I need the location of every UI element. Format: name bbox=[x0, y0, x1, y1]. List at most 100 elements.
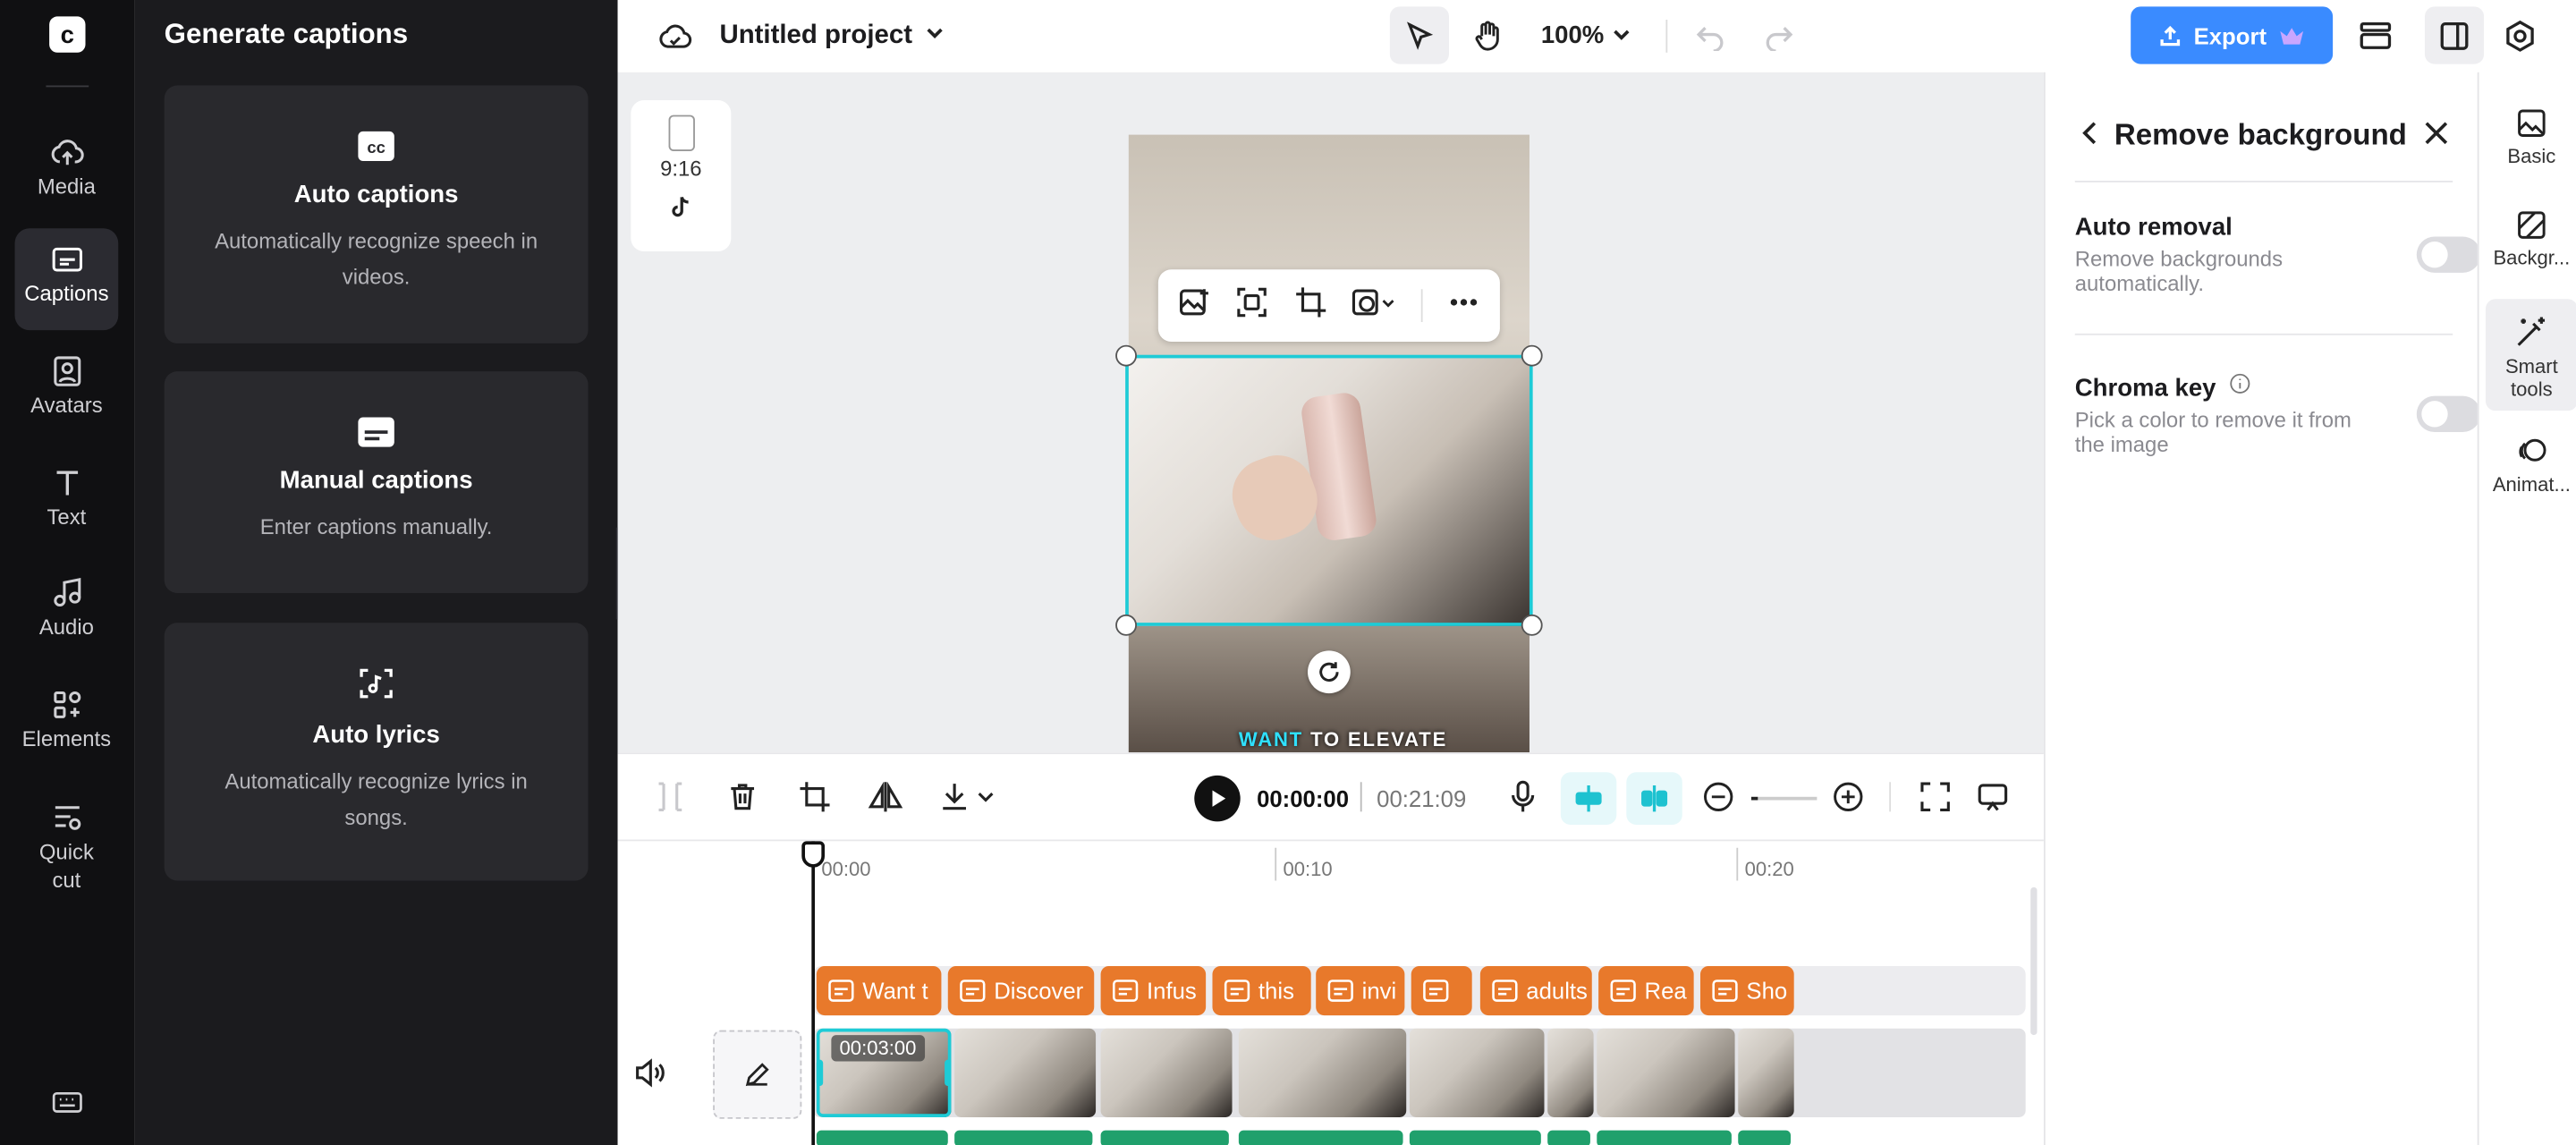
nav-label-text: Text bbox=[47, 504, 87, 530]
volume-icon[interactable] bbox=[634, 1058, 667, 1096]
timeline-scrollbar[interactable] bbox=[2030, 886, 2038, 1036]
nav-item-captions[interactable]: Captions bbox=[14, 228, 119, 331]
select-tool-button[interactable] bbox=[1389, 6, 1449, 64]
caption-chip[interactable]: Rea bbox=[1598, 965, 1694, 1016]
cover-edit-button[interactable] bbox=[713, 1030, 802, 1119]
aspect-ratio-card[interactable]: 9:16 bbox=[631, 100, 732, 252]
audio-track-clip[interactable] bbox=[1409, 1130, 1541, 1145]
option-description: Pick a color to remove it from the image bbox=[2074, 407, 2351, 457]
align-icon bbox=[1641, 785, 1668, 812]
more-options-icon[interactable] bbox=[1448, 285, 1481, 327]
panel-layout-button[interactable] bbox=[2424, 6, 2485, 64]
cloud-sync-icon[interactable] bbox=[657, 20, 693, 61]
video-clip[interactable] bbox=[954, 1028, 1097, 1117]
zoom-out-icon[interactable] bbox=[1702, 780, 1735, 813]
playhead[interactable] bbox=[801, 841, 826, 1145]
caption-chip[interactable]: Infus bbox=[1100, 965, 1207, 1016]
caption-chip[interactable] bbox=[1411, 965, 1472, 1016]
audio-track-clip[interactable] bbox=[816, 1130, 948, 1145]
magnet-button[interactable] bbox=[1626, 772, 1682, 826]
resize-handle-bl[interactable] bbox=[1115, 614, 1137, 636]
redo-icon[interactable] bbox=[1765, 21, 1794, 59]
manual-captions-card[interactable]: Manual captions Enter captions manually. bbox=[164, 371, 589, 594]
video-clip[interactable] bbox=[1100, 1028, 1233, 1117]
flip-icon[interactable] bbox=[868, 780, 903, 813]
zoom-level[interactable]: 100% bbox=[1541, 21, 1604, 49]
caption-chip[interactable]: invi bbox=[1316, 965, 1405, 1016]
undo-icon[interactable] bbox=[1695, 21, 1724, 59]
auto-captions-card[interactable]: cc Auto captions Automatically recognize… bbox=[164, 85, 589, 344]
export-button[interactable]: Export bbox=[2131, 6, 2334, 64]
mask-icon[interactable] bbox=[1352, 285, 1395, 327]
selection-box[interactable] bbox=[1115, 344, 1543, 636]
audio-track-clip[interactable] bbox=[1547, 1130, 1590, 1145]
split-icon[interactable] bbox=[654, 780, 687, 813]
caption-chip[interactable]: adults bbox=[1479, 965, 1592, 1016]
caption-chip[interactable]: Want t bbox=[816, 965, 942, 1016]
resize-handle-br[interactable] bbox=[1521, 614, 1543, 636]
snap-button[interactable] bbox=[1560, 772, 1617, 826]
video-clip[interactable] bbox=[1238, 1028, 1407, 1117]
play-button[interactable] bbox=[1194, 775, 1241, 822]
tab-background[interactable]: Backgr... bbox=[2486, 194, 2576, 302]
tab-basic[interactable]: Basic bbox=[2486, 92, 2576, 200]
zoom-in-icon[interactable] bbox=[1832, 780, 1865, 813]
crop-icon[interactable] bbox=[799, 780, 832, 813]
caption-chip[interactable]: Discover bbox=[947, 965, 1095, 1016]
caption-chip-icon bbox=[1712, 980, 1738, 1002]
layers-button[interactable] bbox=[2349, 6, 2402, 64]
nav-item-quick-cut[interactable]: Quick cut bbox=[15, 785, 119, 903]
playhead-handle[interactable] bbox=[801, 841, 826, 868]
crop-icon[interactable] bbox=[1294, 285, 1327, 327]
nav-item-text[interactable]: Text bbox=[15, 452, 119, 554]
caption-chip[interactable]: Sho bbox=[1699, 965, 1794, 1016]
fit-frame-icon[interactable] bbox=[1236, 285, 1269, 327]
microphone-icon[interactable] bbox=[1508, 780, 1538, 813]
preview-settings-icon[interactable] bbox=[1977, 780, 2010, 813]
chroma-key-toggle[interactable] bbox=[2416, 395, 2481, 433]
replace-image-icon[interactable] bbox=[1177, 285, 1210, 327]
hand-tool-button[interactable] bbox=[1459, 6, 1518, 64]
tab-smart-tools[interactable]: Smart tools bbox=[2485, 299, 2576, 411]
trim-handle-right[interactable] bbox=[945, 1059, 952, 1087]
audio-track-clip[interactable] bbox=[1597, 1130, 1732, 1145]
close-icon[interactable] bbox=[2421, 118, 2451, 156]
audio-track-clip[interactable] bbox=[1100, 1130, 1229, 1145]
back-icon[interactable] bbox=[2077, 118, 2103, 156]
project-name[interactable]: Untitled project bbox=[719, 21, 912, 51]
caption-chip[interactable]: this bbox=[1212, 965, 1311, 1016]
nav-item-elements[interactable]: Elements bbox=[15, 674, 119, 776]
resize-handle-tl[interactable] bbox=[1115, 344, 1137, 367]
resize-handle-tr[interactable] bbox=[1521, 344, 1543, 367]
nav-item-avatars[interactable]: Avatars bbox=[15, 340, 119, 442]
keyboard-shortcuts-icon[interactable] bbox=[49, 1084, 85, 1129]
rotate-handle[interactable] bbox=[1308, 650, 1351, 694]
video-clip[interactable] bbox=[1409, 1028, 1545, 1117]
auto-lyrics-card[interactable]: Auto lyrics Automatically recognize lyri… bbox=[164, 623, 589, 881]
selected-clip-outline[interactable]: 00:03:00 bbox=[816, 1028, 952, 1117]
settings-button[interactable] bbox=[2494, 6, 2546, 64]
delete-icon[interactable] bbox=[726, 780, 759, 813]
fullscreen-icon[interactable] bbox=[1919, 780, 1952, 813]
audio-track-clip[interactable] bbox=[1738, 1130, 1792, 1145]
portrait-icon bbox=[667, 114, 695, 151]
video-clip[interactable] bbox=[1738, 1028, 1794, 1117]
nav-item-media[interactable]: Media bbox=[15, 122, 119, 224]
nav-item-audio[interactable]: Audio bbox=[15, 562, 119, 664]
zoom-slider[interactable] bbox=[1750, 796, 1818, 801]
auto-removal-toggle[interactable] bbox=[2416, 236, 2481, 273]
info-icon[interactable] bbox=[2229, 373, 2250, 394]
video-clip[interactable] bbox=[1547, 1028, 1594, 1117]
tab-animation[interactable]: Animat... bbox=[2486, 420, 2576, 529]
trim-handle-left[interactable] bbox=[816, 1059, 824, 1087]
video-clip[interactable] bbox=[1597, 1028, 1735, 1117]
chroma-key-option: Chroma key Pick a color to remove it fro… bbox=[2074, 373, 2481, 457]
zoom-chevron-icon[interactable] bbox=[1610, 23, 1633, 55]
nav-label-media: Media bbox=[37, 174, 96, 199]
toolbar-divider bbox=[1665, 20, 1668, 53]
audio-track-clip[interactable] bbox=[954, 1130, 1093, 1145]
download-icon[interactable] bbox=[940, 780, 996, 813]
app-logo[interactable]: c bbox=[49, 16, 86, 53]
audio-track-clip[interactable] bbox=[1238, 1130, 1403, 1145]
chevron-down-icon[interactable] bbox=[923, 21, 946, 53]
